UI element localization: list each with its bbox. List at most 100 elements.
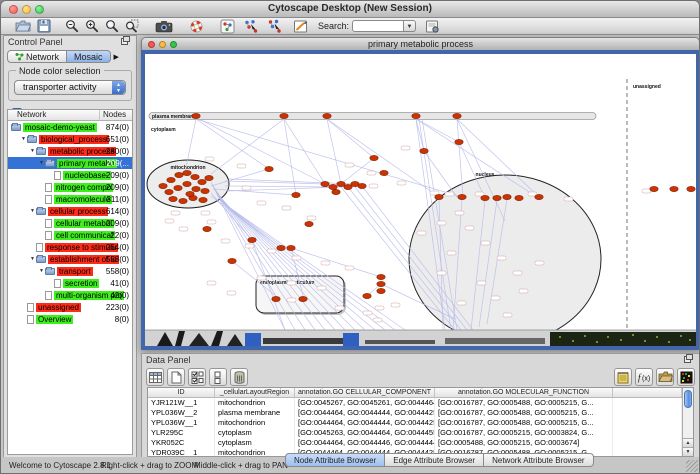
network-node[interactable]: [481, 195, 489, 200]
search-options-icon[interactable]: [425, 19, 440, 34]
network-node[interactable]: [183, 170, 191, 175]
network-node[interactable]: [248, 237, 256, 242]
zoom-fit-icon[interactable]: [105, 19, 119, 34]
help-icon[interactable]: [189, 19, 204, 34]
network-node[interactable]: [535, 194, 543, 199]
network-node[interactable]: [377, 288, 385, 293]
scroll-down-icon[interactable]: ▼: [683, 447, 693, 456]
attribute-browser-tab[interactable]: Edge Attribute Browser: [385, 453, 484, 467]
float-data-panel-icon[interactable]: [684, 356, 691, 363]
tree-expander-icon[interactable]: ▼: [29, 256, 36, 262]
network-node[interactable]: [199, 197, 207, 202]
network-view-titlebar[interactable]: primary metabolic process: [141, 37, 700, 50]
network-node[interactable]: [203, 226, 211, 231]
network-tree-row[interactable]: cell communicat22(0): [8, 229, 132, 241]
formula-builder-icon[interactable]: f(x): [635, 368, 653, 386]
network-tree-row[interactable]: nucleobase-209(0): [8, 169, 132, 181]
tree-expander-icon[interactable]: ▼: [29, 208, 36, 214]
tree-expander-icon[interactable]: ▼: [38, 160, 45, 166]
import-folder-icon[interactable]: [656, 368, 674, 386]
select-attributes-icon[interactable]: [188, 368, 206, 386]
search-input[interactable]: [352, 20, 404, 32]
network-node[interactable]: [205, 175, 213, 180]
table-column-header[interactable]: _cellularLayoutRegion: [215, 388, 295, 397]
network-node[interactable]: [670, 186, 678, 191]
network-node[interactable]: [363, 293, 371, 298]
network-node[interactable]: [191, 174, 199, 179]
scrollbar-thumb[interactable]: [684, 390, 692, 408]
network-node[interactable]: [305, 221, 313, 226]
network-node[interactable]: [174, 185, 182, 190]
network-node[interactable]: [186, 191, 194, 196]
network-node[interactable]: [458, 194, 466, 199]
network-tree-row[interactable]: nitrogen compo209(0): [8, 181, 132, 193]
network-tree-row[interactable]: ▼metabolic process280(0): [8, 145, 132, 157]
open-icon[interactable]: [15, 19, 31, 34]
tab-mosaic[interactable]: Mosaic: [67, 50, 111, 63]
network-node[interactable]: [377, 274, 385, 279]
zoom-selected-icon[interactable]: [125, 19, 139, 34]
tree-col-nodes[interactable]: Nodes: [100, 110, 132, 120]
table-column-header[interactable]: annotation.GO MOLECULAR_FUNCTION: [435, 388, 613, 397]
network-node[interactable]: [277, 245, 285, 250]
table-scrollbar[interactable]: ▲ ▼: [682, 388, 693, 456]
network-node[interactable]: [299, 296, 307, 301]
vizmap-icon[interactable]: [220, 19, 235, 34]
delete-attribute-icon[interactable]: [230, 368, 248, 386]
network-tree-row[interactable]: ▼primary metabo209(...: [8, 157, 132, 169]
network-node[interactable]: [420, 148, 428, 153]
network-node[interactable]: [169, 196, 177, 201]
more-tabs-icon[interactable]: ▶: [114, 53, 119, 61]
network-node[interactable]: [192, 186, 200, 191]
graph-edit-icon[interactable]: [267, 19, 283, 34]
network-node[interactable]: [292, 192, 300, 197]
network-node[interactable]: [358, 183, 366, 188]
tree-expander-icon[interactable]: ▼: [38, 268, 45, 274]
layout-icon[interactable]: [243, 19, 259, 34]
table-row[interactable]: YPL036W__1mitochondrion[GO:0044464, GO:0…: [148, 418, 682, 428]
tree-col-network[interactable]: Network: [8, 110, 100, 120]
node-color-attribute-select[interactable]: transporter activity ▲▼: [14, 80, 126, 95]
network-node[interactable]: [493, 195, 501, 200]
network-node[interactable]: [287, 245, 295, 250]
network-node[interactable]: [329, 184, 337, 189]
notepad-icon[interactable]: [614, 368, 632, 386]
network-tree-row[interactable]: ▼establishment of lo558(0): [8, 253, 132, 265]
unselect-attributes-icon[interactable]: [209, 368, 227, 386]
network-tree-row[interactable]: secretion41(0): [8, 277, 132, 289]
network-node[interactable]: [687, 186, 695, 191]
network-node[interactable]: [179, 198, 187, 203]
attribute-browser-tab[interactable]: Node Attribute Browser: [285, 453, 385, 467]
network-node[interactable]: [165, 189, 173, 194]
network-node[interactable]: [650, 186, 658, 191]
attribute-browser-tab[interactable]: Network Attribute Browser: [484, 453, 593, 467]
network-node[interactable]: [515, 195, 523, 200]
attribute-table-icon[interactable]: [146, 368, 164, 386]
network-node[interactable]: [167, 177, 175, 182]
save-icon[interactable]: [37, 19, 51, 34]
table-row[interactable]: YKR052Ccytoplasm[GO:0044464, GO:0044446,…: [148, 438, 682, 448]
network-node[interactable]: [455, 139, 463, 144]
table-column-header[interactable]: annotation.GO CELLULAR_COMPONENT: [295, 388, 435, 397]
tree-expander-icon[interactable]: ▼: [29, 148, 36, 154]
zoom-out-icon[interactable]: [65, 19, 79, 34]
resize-grip[interactable]: [686, 460, 698, 472]
search-dropdown-icon[interactable]: ▼: [404, 20, 416, 32]
network-node[interactable]: [265, 166, 273, 171]
new-attribute-icon[interactable]: [167, 368, 185, 386]
network-node[interactable]: [272, 296, 280, 301]
network-node[interactable]: [380, 170, 388, 175]
network-node[interactable]: [435, 194, 443, 199]
tab-network[interactable]: Network: [7, 50, 67, 63]
table-column-header[interactable]: ID: [148, 388, 215, 397]
network-tree-row[interactable]: unassigned223(0): [8, 301, 132, 313]
matrix-view-icon[interactable]: [677, 368, 695, 386]
network-node[interactable]: [198, 179, 206, 184]
network-node[interactable]: [201, 188, 209, 193]
network-node[interactable]: [183, 181, 191, 186]
network-node[interactable]: [453, 113, 461, 118]
network-tree-row[interactable]: macromolecule311(0): [8, 193, 132, 205]
network-canvas[interactable]: plasma membrane cytoplasm mitochondrion …: [145, 54, 696, 346]
network-node[interactable]: [323, 113, 331, 118]
network-node[interactable]: [159, 183, 167, 188]
